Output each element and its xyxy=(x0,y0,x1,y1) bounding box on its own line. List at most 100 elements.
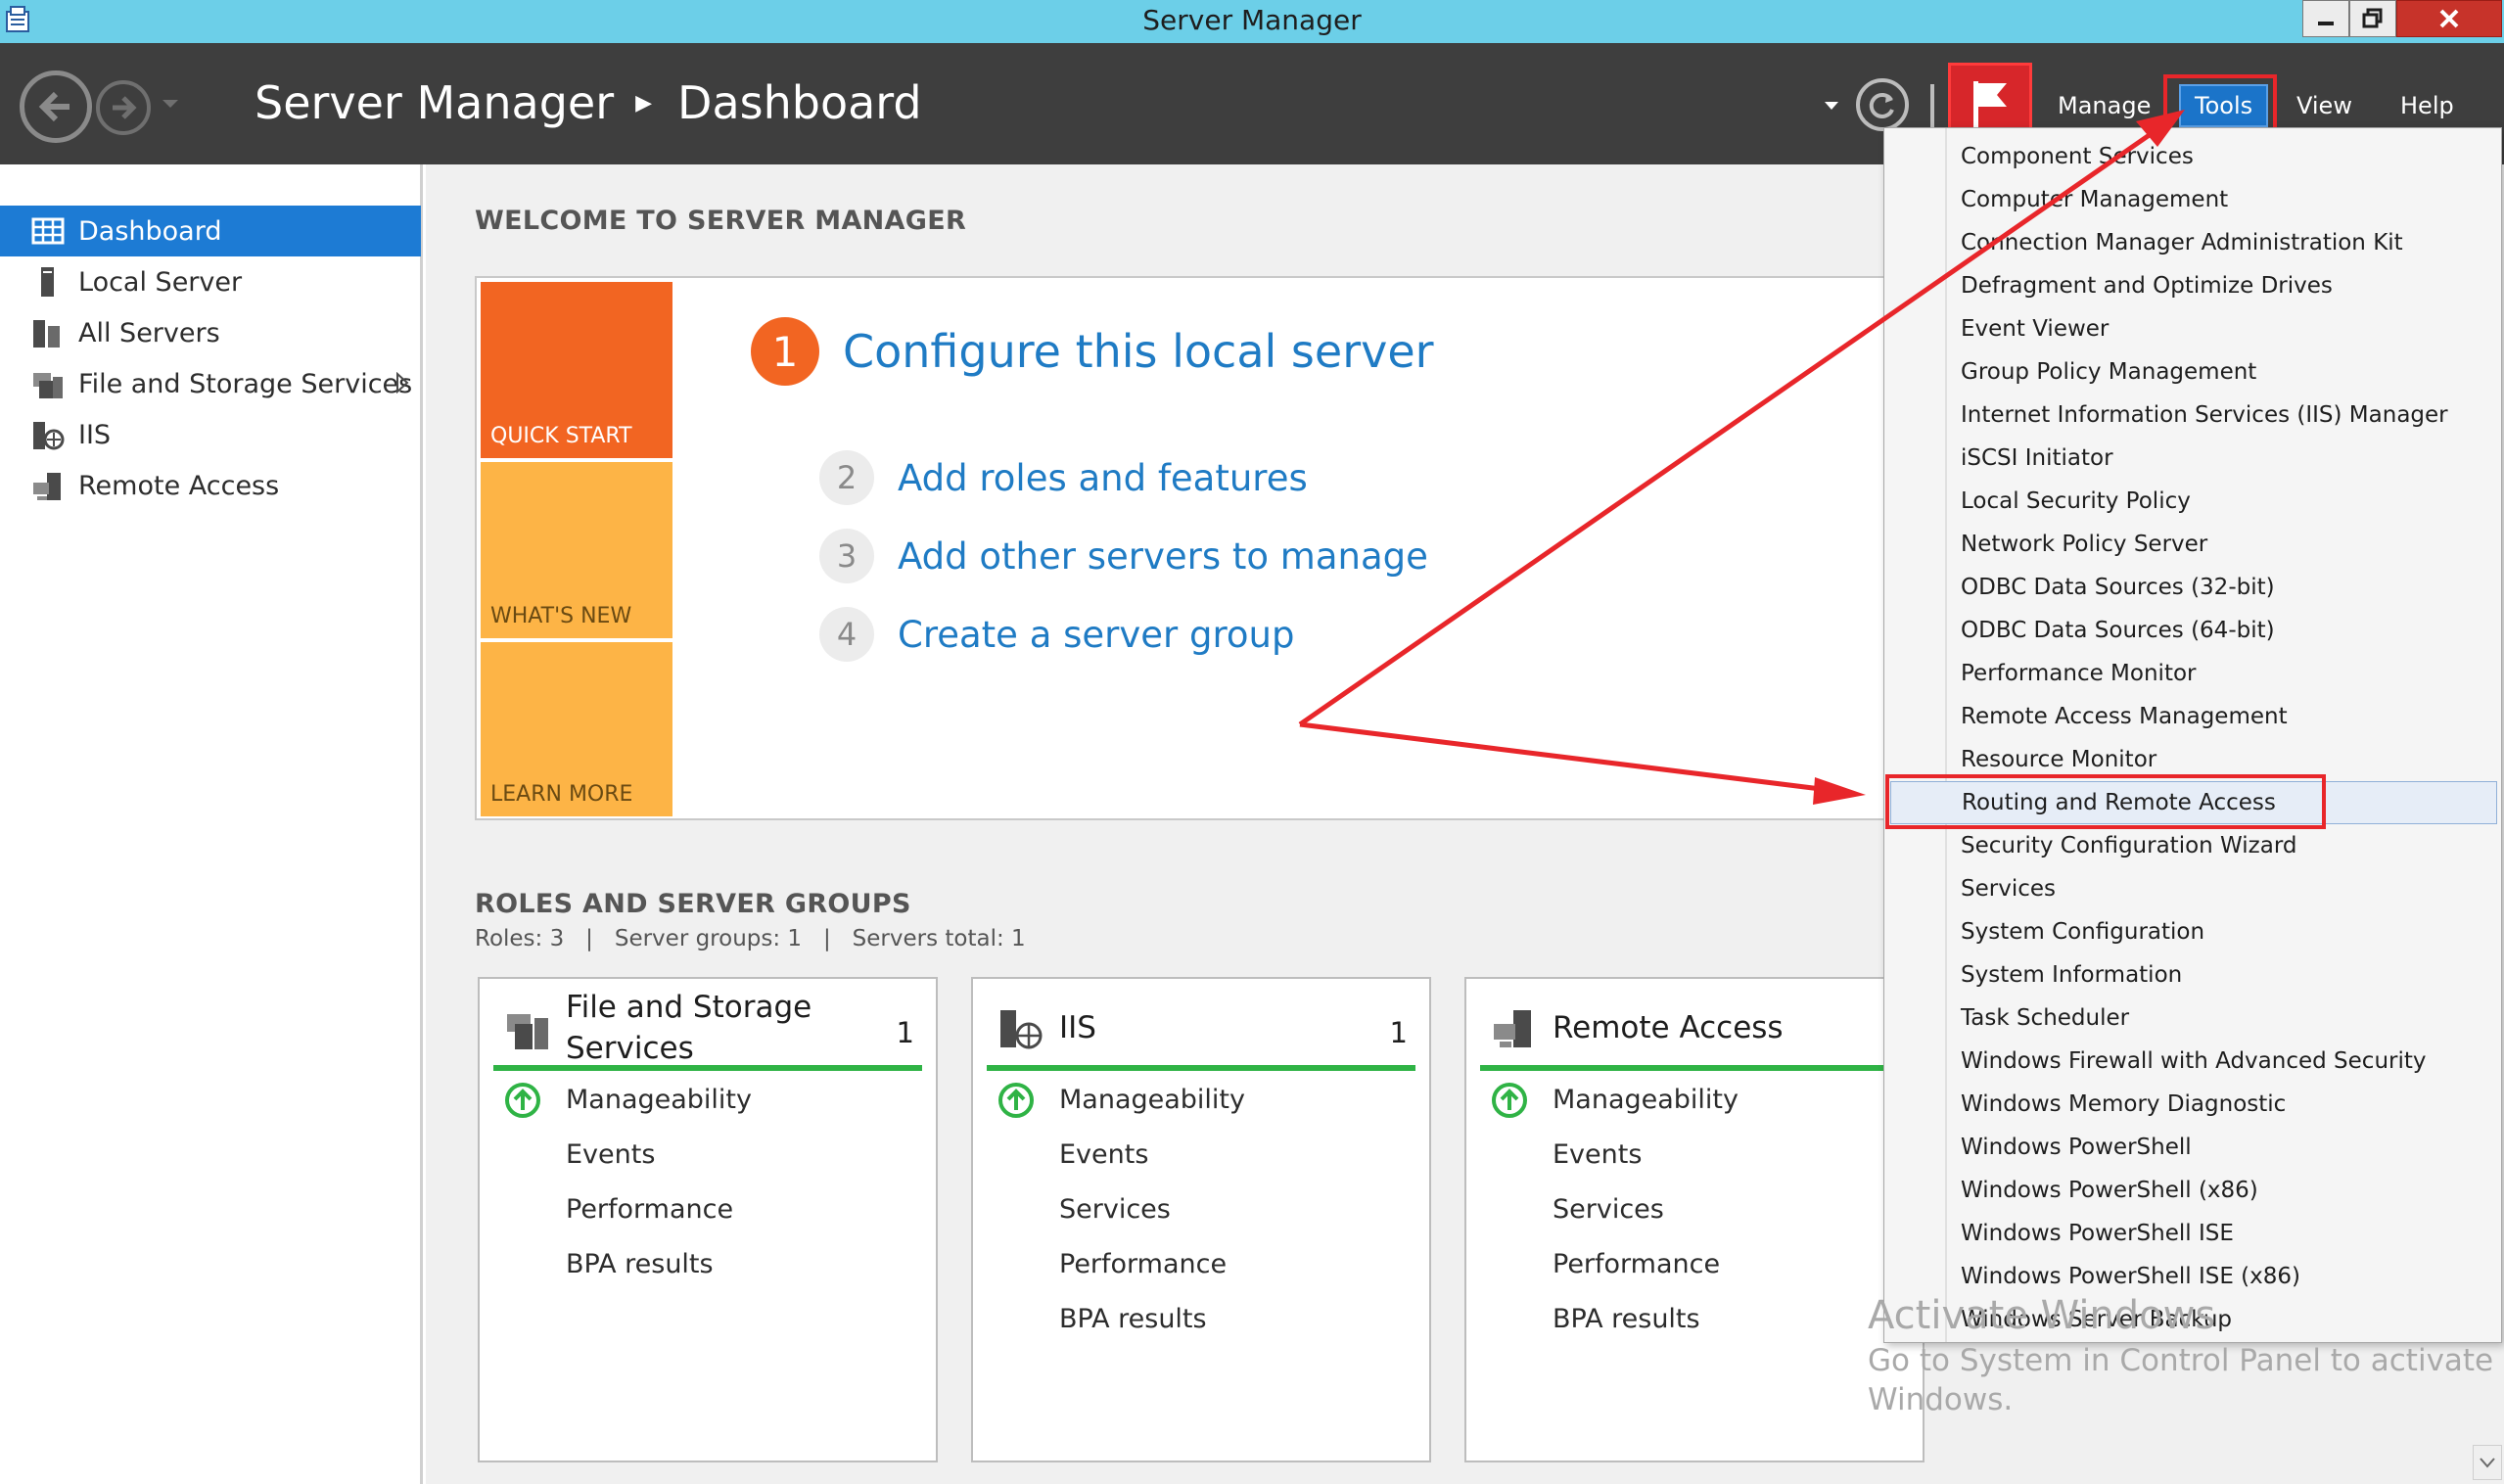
card-row-manageability[interactable]: Manageability xyxy=(566,1085,752,1115)
breadcrumb-current: Dashboard xyxy=(677,76,922,129)
tools-menu-item[interactable]: Computer Management xyxy=(1947,178,2501,221)
card-header[interactable]: Remote Access xyxy=(1480,987,1909,1071)
remote-access-icon xyxy=(33,473,61,500)
welcome-title: WELCOME TO SERVER MANAGER xyxy=(475,206,967,236)
tools-menu-item[interactable]: Task Scheduler xyxy=(1947,997,2501,1040)
tools-menu-item[interactable]: Services xyxy=(1947,867,2501,910)
tools-menu-item[interactable]: Windows Firewall with Advanced Security xyxy=(1947,1040,2501,1083)
file-storage-icon xyxy=(33,373,63,398)
menu-view[interactable]: View xyxy=(2296,92,2352,119)
step-link[interactable]: Add other servers to manage xyxy=(898,535,1428,578)
card-header[interactable]: File and Storage Services 1 xyxy=(493,987,922,1071)
card-row-events[interactable]: Events xyxy=(566,1139,655,1170)
roles-summary: Roles: 3 | Server groups: 1 | Servers to… xyxy=(475,926,1026,951)
refresh-button[interactable] xyxy=(1856,78,1909,131)
card-row-events[interactable]: Events xyxy=(1059,1139,1148,1170)
forward-button[interactable] xyxy=(96,80,151,135)
sidebar-item-all-servers[interactable]: All Servers xyxy=(0,307,421,358)
role-card-file-storage[interactable]: File and Storage Services 1 Manageabilit… xyxy=(478,977,938,1462)
card-header[interactable]: IIS 1 xyxy=(987,987,1415,1071)
breadcrumb-dropdown-icon[interactable] xyxy=(1823,100,1840,112)
role-card-remote-access[interactable]: Remote Access Manageability Events Servi… xyxy=(1464,977,1924,1462)
tools-menu-item[interactable]: Local Security Policy xyxy=(1947,480,2501,523)
sidebar-item-label: Remote Access xyxy=(78,470,280,501)
step-create-group[interactable]: 4 Create a server group xyxy=(819,607,1294,662)
tools-menu-item[interactable]: Performance Monitor xyxy=(1947,652,2501,695)
tools-menu-item[interactable]: Windows PowerShell (x86) xyxy=(1947,1169,2501,1212)
sidebar-item-label: All Servers xyxy=(78,317,220,348)
breadcrumb-root[interactable]: Server Manager xyxy=(255,76,614,129)
restore-button[interactable] xyxy=(2349,0,2396,37)
dashboard-icon xyxy=(31,217,65,245)
tools-menu-item[interactable]: Remote Access Management xyxy=(1947,695,2501,738)
tile-quick-start[interactable]: QUICK START xyxy=(481,282,672,458)
step-link[interactable]: Create a server group xyxy=(898,614,1294,656)
tile-learn-more[interactable]: LEARN MORE xyxy=(481,642,672,816)
card-row-services[interactable]: Services xyxy=(1059,1194,1171,1225)
chevron-right-icon[interactable] xyxy=(395,372,409,394)
step-add-roles[interactable]: 2 Add roles and features xyxy=(819,450,1308,505)
tools-menu-item[interactable]: System Information xyxy=(1947,953,2501,997)
roles-title: ROLES AND SERVER GROUPS xyxy=(475,889,911,919)
card-row-bpa[interactable]: BPA results xyxy=(566,1249,714,1279)
card-row-manageability[interactable]: Manageability xyxy=(1553,1085,1739,1115)
tools-menu-item[interactable]: iSCSI Initiator xyxy=(1947,437,2501,480)
minimize-icon xyxy=(2318,22,2334,25)
tools-menu-item[interactable]: Windows Memory Diagnostic xyxy=(1947,1083,2501,1126)
tools-menu-item[interactable]: Internet Information Services (IIS) Mana… xyxy=(1947,394,2501,437)
tools-menu-item[interactable]: Event Viewer xyxy=(1947,307,2501,350)
tile-whats-new[interactable]: WHAT'S NEW xyxy=(481,462,672,638)
minimize-button[interactable] xyxy=(2302,0,2349,37)
tools-menu-item[interactable]: Group Policy Management xyxy=(1947,350,2501,394)
card-row-performance[interactable]: Performance xyxy=(1553,1249,1720,1279)
tools-menu-item[interactable]: Defragment and Optimize Drives xyxy=(1947,264,2501,307)
sidebar-item-dashboard[interactable]: Dashboard xyxy=(0,206,421,256)
status-ok-icon xyxy=(1492,1083,1527,1118)
step-link[interactable]: Add roles and features xyxy=(898,457,1308,499)
menu-help[interactable]: Help xyxy=(2400,92,2454,119)
status-ok-icon xyxy=(998,1083,1034,1118)
refresh-icon xyxy=(1869,92,1894,118)
card-row-services[interactable]: Services xyxy=(1553,1194,1664,1225)
tools-menu-item[interactable]: Security Configuration Wizard xyxy=(1947,824,2501,867)
sidebar-item-iis[interactable]: IIS xyxy=(0,409,421,460)
step-configure-local-server[interactable]: 1 Configure this local server xyxy=(751,317,1434,386)
sidebar-item-local-server[interactable]: Local Server xyxy=(0,256,421,307)
tools-menu-item[interactable]: Component Services xyxy=(1947,135,2501,178)
chevron-down-icon xyxy=(2480,1458,2495,1468)
tools-menu-item[interactable]: Connection Manager Administration Kit xyxy=(1947,221,2501,264)
card-title: IIS xyxy=(1059,1010,1096,1046)
tools-menu-item[interactable]: Windows PowerShell ISE xyxy=(1947,1212,2501,1255)
card-row-performance[interactable]: Performance xyxy=(1059,1249,1227,1279)
tools-menu-item[interactable]: Network Policy Server xyxy=(1947,523,2501,566)
card-row-bpa[interactable]: BPA results xyxy=(1553,1304,1700,1334)
card-row-performance[interactable]: Performance xyxy=(566,1194,733,1225)
step-number-badge: 2 xyxy=(819,450,874,505)
back-button[interactable] xyxy=(20,70,92,143)
tools-menu-item[interactable]: System Configuration xyxy=(1947,910,2501,953)
card-row-events[interactable]: Events xyxy=(1553,1139,1642,1170)
card-row-bpa[interactable]: BPA results xyxy=(1059,1304,1207,1334)
tools-menu-item[interactable]: Windows PowerShell xyxy=(1947,1126,2501,1169)
card-row-manageability[interactable]: Manageability xyxy=(1059,1085,1245,1115)
menu-manage[interactable]: Manage xyxy=(2058,92,2151,119)
card-title: File and Storage Services xyxy=(566,990,812,1066)
step-number-badge: 3 xyxy=(819,529,874,583)
sidebar-item-remote-access[interactable]: Remote Access xyxy=(0,460,421,511)
history-dropdown-icon[interactable] xyxy=(161,98,180,110)
role-card-iis[interactable]: IIS 1 Manageability Events Services Perf… xyxy=(971,977,1431,1462)
watermark-line-1: Activate Windows xyxy=(1868,1293,2216,1338)
sidebar-item-label: Dashboard xyxy=(78,215,222,247)
tools-menu-item[interactable]: ODBC Data Sources (32-bit) xyxy=(1947,566,2501,609)
tools-dropdown-menu: Component Services Computer Management Con… xyxy=(1883,127,2502,1343)
welcome-panel: QUICK START WHAT'S NEW LEARN MORE 1 Conf… xyxy=(475,276,1904,820)
status-ok-icon xyxy=(505,1083,540,1118)
close-icon xyxy=(2439,9,2459,28)
step-link[interactable]: Configure this local server xyxy=(843,325,1434,378)
tools-menu-item[interactable]: ODBC Data Sources (64-bit) xyxy=(1947,609,2501,652)
step-add-servers[interactable]: 3 Add other servers to manage xyxy=(819,529,1428,583)
scroll-down-button[interactable] xyxy=(2473,1445,2502,1480)
sidebar-item-file-storage[interactable]: File and Storage Services xyxy=(0,358,421,409)
remote-access-icon xyxy=(1494,1010,1531,1047)
close-button[interactable] xyxy=(2396,0,2502,37)
